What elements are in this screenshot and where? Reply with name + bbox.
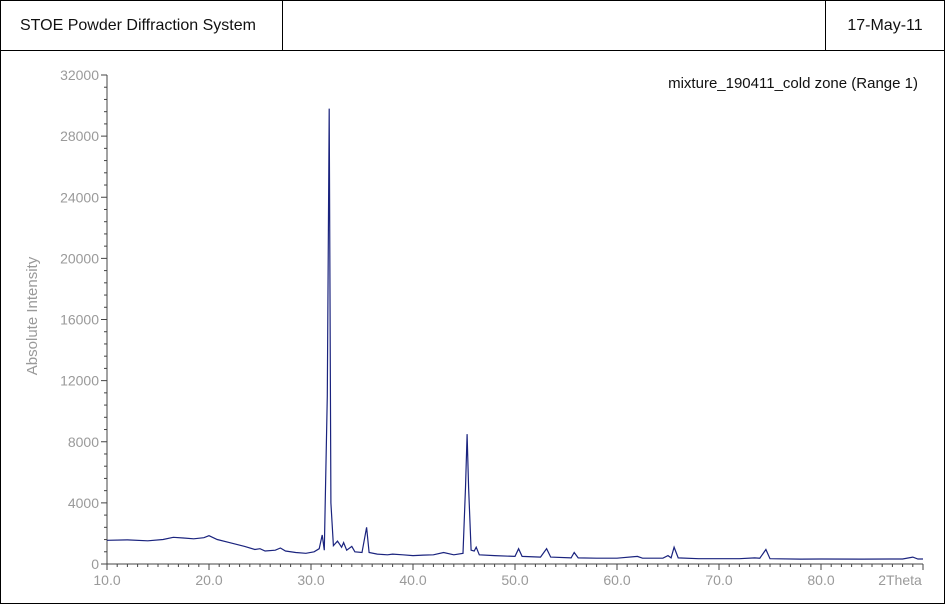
ticks-group xyxy=(101,74,924,570)
y-axis-label: Absolute Intensity xyxy=(24,256,41,375)
series-legend-label: mixture_190411_cold zone (Range 1) xyxy=(668,75,918,92)
diffraction-chart: 0 4000 8000 12000 16000 20000 24000 28000 32000 1… xyxy=(24,67,924,588)
x-tick-label: 20.0 xyxy=(195,572,222,588)
y-tick-label: 28000 xyxy=(60,128,99,144)
x-axis-label: 2Theta xyxy=(878,572,922,588)
x-tick-label: 40.0 xyxy=(399,572,426,588)
y-tick-label: 32000 xyxy=(60,67,99,83)
diffraction-trace xyxy=(106,108,923,560)
y-tick-label: 16000 xyxy=(60,312,99,328)
axes-group xyxy=(106,75,923,565)
y-tick-label: 4000 xyxy=(68,495,99,511)
x-tick-label: 80.0 xyxy=(807,572,834,588)
y-tick-label: 8000 xyxy=(68,434,99,450)
y-tick-label: 12000 xyxy=(60,373,99,389)
x-tick-label: 60.0 xyxy=(603,572,630,588)
x-tick-label: 70.0 xyxy=(705,572,732,588)
x-tick-label: 50.0 xyxy=(501,572,528,588)
x-tick-label: 10.0 xyxy=(93,572,120,588)
y-tick-label: 24000 xyxy=(60,189,99,205)
y-tick-label: 20000 xyxy=(60,250,99,266)
tick-labels-group: 0 4000 8000 12000 16000 20000 24000 28000 32000 1… xyxy=(60,67,835,588)
x-tick-label: 30.0 xyxy=(297,572,324,588)
y-tick-label: 0 xyxy=(91,556,99,572)
